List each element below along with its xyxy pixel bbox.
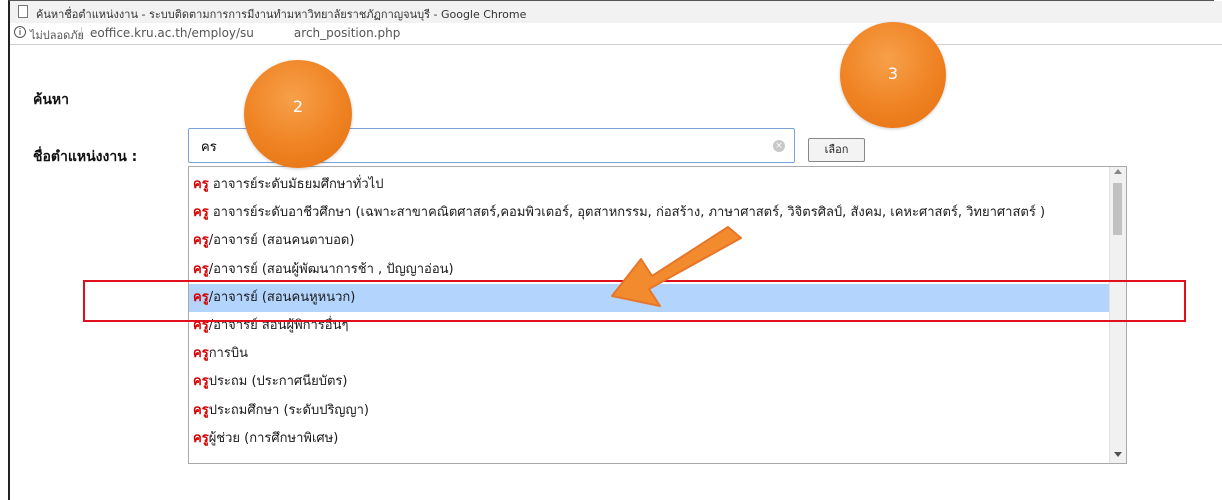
step-2-marker: 2 bbox=[244, 60, 352, 168]
pointer-arrow-icon bbox=[611, 226, 742, 307]
step-3-marker: 3 bbox=[840, 22, 946, 128]
